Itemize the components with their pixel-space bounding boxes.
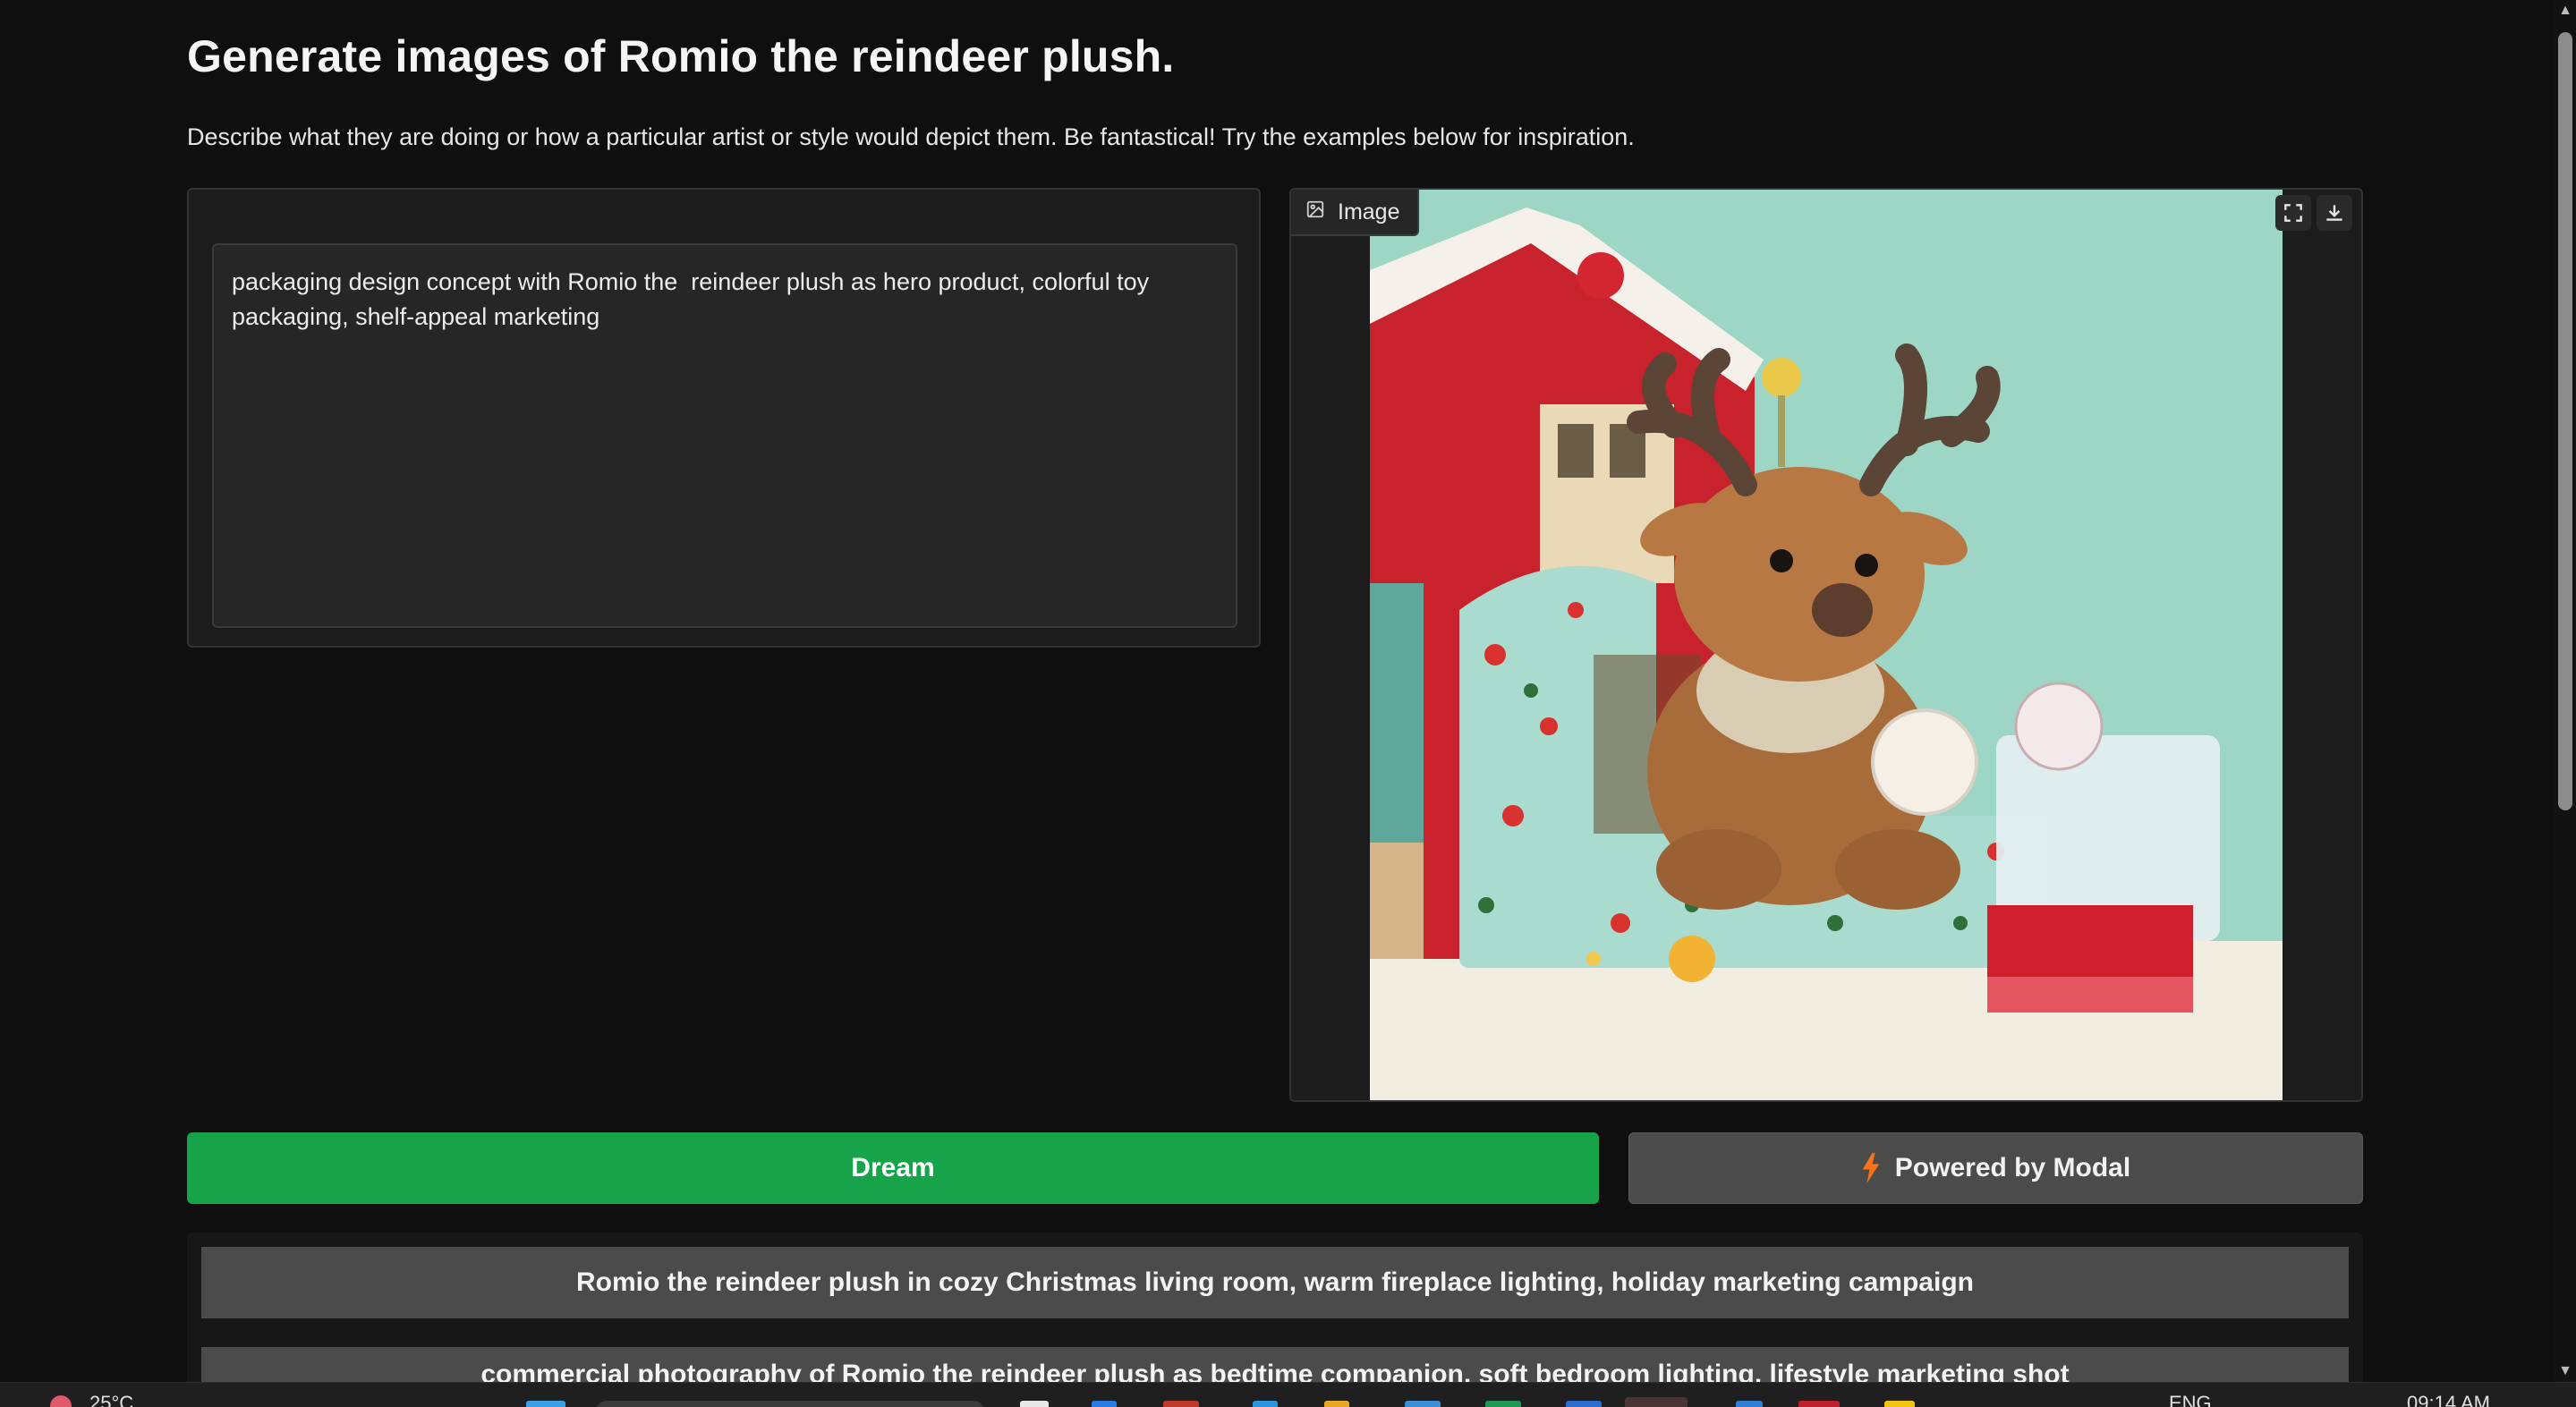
weather-temperature: 25°C xyxy=(89,1392,134,1407)
examples-list: Romio the reindeer plush in cozy Christm… xyxy=(187,1233,2363,1407)
prompt-panel: packaging design concept with Romio the … xyxy=(187,188,1261,648)
image-label-text: Image xyxy=(1338,199,1400,225)
app-window: Generate images of Romio the reindeer pl… xyxy=(0,0,2576,1407)
image-toolbar xyxy=(2275,195,2352,231)
scroll-down-arrow-icon[interactable]: ▼ xyxy=(2555,1360,2576,1382)
generated-image xyxy=(1370,190,2283,1100)
page-scrollbar[interactable]: ▲ ▼ xyxy=(2555,0,2576,1382)
taskbar-app-icon[interactable] xyxy=(1736,1401,1763,1407)
language-indicator[interactable]: ENG xyxy=(2169,1392,2212,1407)
powered-by-modal-label: Powered by Modal xyxy=(1894,1153,2131,1182)
taskbar-app-icon[interactable] xyxy=(1566,1401,1602,1407)
dream-button[interactable]: Dream xyxy=(187,1132,1599,1204)
taskbar-app-icon[interactable] xyxy=(1884,1401,1915,1407)
taskbar-app-icon[interactable] xyxy=(1324,1401,1349,1407)
download-icon xyxy=(2326,205,2342,221)
image-icon xyxy=(1305,199,1325,225)
taskbar-app-icon[interactable] xyxy=(1405,1401,1441,1407)
image-output-panel: Image xyxy=(1289,188,2363,1102)
taskbar-app-icon[interactable] xyxy=(1020,1401,1049,1407)
taskbar-app-icon[interactable] xyxy=(1798,1401,1840,1407)
start-icon[interactable] xyxy=(526,1401,565,1407)
download-button[interactable] xyxy=(2317,195,2352,231)
fullscreen-icon xyxy=(2284,204,2302,222)
fullscreen-button[interactable] xyxy=(2275,195,2311,231)
scrollbar-thumb[interactable] xyxy=(2558,32,2572,810)
clock-time[interactable]: 09:14 AM xyxy=(2407,1392,2490,1407)
taskbar-app-icon[interactable] xyxy=(1625,1397,1688,1407)
taskbar-app-icon[interactable] xyxy=(1253,1401,1278,1407)
scroll-up-arrow-icon[interactable]: ▲ xyxy=(2555,0,2576,21)
weather-icon xyxy=(50,1395,72,1407)
taskbar-app-icon[interactable] xyxy=(1485,1401,1521,1407)
search-bar[interactable] xyxy=(596,1401,984,1407)
powered-by-modal-button[interactable]: Powered by Modal xyxy=(1628,1132,2363,1204)
lightning-icon xyxy=(1862,1153,1880,1183)
os-taskbar: 25°C ENG 09:14 AM xyxy=(0,1382,2576,1407)
image-label-badge: Image xyxy=(1291,190,1420,236)
page-description: Describe what they are doing or how a pa… xyxy=(187,123,1635,150)
example-prompt[interactable]: Romio the reindeer plush in cozy Christm… xyxy=(201,1247,2349,1318)
taskbar-app-icon[interactable] xyxy=(1163,1401,1199,1407)
taskbar-app-icon[interactable] xyxy=(1092,1401,1117,1407)
prompt-textarea[interactable]: packaging design concept with Romio the … xyxy=(212,243,1237,628)
page-title: Generate images of Romio the reindeer pl… xyxy=(187,31,1175,81)
